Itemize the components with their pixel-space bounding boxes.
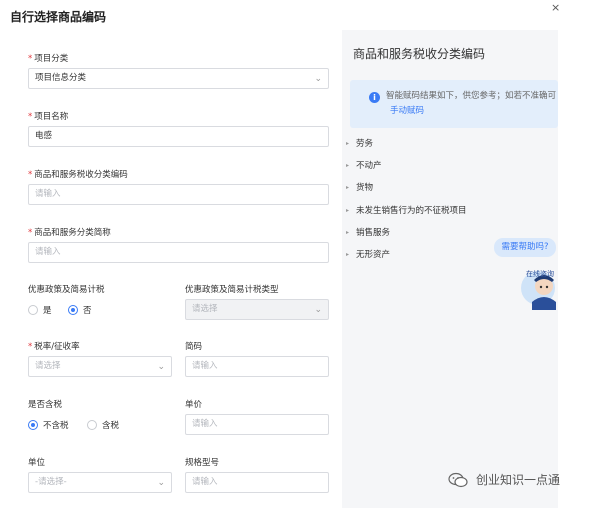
radio-label: 不含税 bbox=[43, 421, 69, 431]
dialog-title: 自行选择商品编码 bbox=[10, 10, 107, 24]
chevron-down-icon: ⌄ bbox=[157, 478, 165, 488]
category-item-labor[interactable]: ▸ 劳务 bbox=[346, 137, 373, 149]
tax-code-label: * 商品和服务税收分类编码 bbox=[28, 170, 128, 180]
category-item-intangible[interactable]: ▸ 无形资产 bbox=[346, 248, 390, 260]
radio-circle-icon bbox=[28, 305, 38, 315]
tax-rate-select[interactable]: 请选择 ⌄ bbox=[28, 356, 172, 377]
panel-title: 商品和服务税收分类编码 bbox=[353, 47, 486, 61]
tax-rate-label: * 税率/征收率 bbox=[28, 342, 80, 352]
radio-checked-icon bbox=[68, 305, 78, 315]
preferential-yes-radio[interactable]: 是 bbox=[28, 304, 52, 316]
category-item-label: 未发生销售行为的不征税项目 bbox=[356, 206, 467, 216]
category-item-goods[interactable]: ▸ 货物 bbox=[346, 181, 373, 193]
close-icon[interactable]: × bbox=[551, 2, 560, 14]
caret-right-icon: ▸ bbox=[346, 250, 350, 258]
caret-right-icon: ▸ bbox=[346, 206, 350, 214]
unit-select[interactable]: -请选择- ⌄ bbox=[28, 472, 172, 493]
select-placeholder: 请选择 bbox=[35, 361, 61, 371]
watermark: 创业知识一点通 bbox=[448, 471, 560, 488]
tax-excluded-radio[interactable]: 不含税 bbox=[28, 419, 69, 431]
spec-input[interactable]: 请输入 bbox=[185, 472, 329, 493]
category-select[interactable]: 项目信息分类 ⌄ bbox=[28, 68, 329, 89]
category-item-services[interactable]: ▸ 销售服务 bbox=[346, 226, 390, 238]
category-item-label: 劳务 bbox=[356, 139, 374, 149]
name-label: * 项目名称 bbox=[28, 112, 69, 122]
radio-label: 否 bbox=[83, 306, 92, 316]
unit-price-input[interactable]: 请输入 bbox=[185, 414, 329, 435]
mascot-label: 在线咨询 bbox=[526, 269, 554, 278]
tax-included-radio[interactable]: 含税 bbox=[87, 419, 119, 431]
manual-code-link[interactable]: 手动赋码 bbox=[390, 106, 424, 116]
category-label: * 项目分类 bbox=[28, 54, 69, 64]
short-name-label: * 商品和服务分类简称 bbox=[28, 228, 111, 238]
chevron-down-icon: ⌄ bbox=[314, 305, 322, 315]
caret-right-icon: ▸ bbox=[346, 183, 350, 191]
unit-price-label: 单价 bbox=[185, 400, 203, 410]
category-item-non-taxable[interactable]: ▸ 未发生销售行为的不征税项目 bbox=[346, 204, 467, 216]
name-input[interactable]: 电感 bbox=[28, 126, 329, 147]
help-button[interactable]: 需要帮助吗? bbox=[494, 238, 556, 257]
category-item-real-estate[interactable]: ▸ 不动产 bbox=[346, 159, 382, 171]
preferential-label: 优惠政策及简易计税 bbox=[28, 285, 105, 295]
watermark-text: 创业知识一点通 bbox=[476, 473, 561, 487]
category-item-label: 无形资产 bbox=[356, 250, 391, 260]
preferential-type-select[interactable]: 请选择 ⌄ bbox=[185, 299, 329, 320]
caret-right-icon: ▸ bbox=[346, 228, 350, 236]
tip-message: 智能赋码结果如下，供您参考；如若不准确可 bbox=[386, 91, 557, 101]
tip-text: 智能赋码结果如下，供您参考；如若不准确可手动赋码 bbox=[386, 89, 556, 119]
tax-code-input[interactable]: 请输入 bbox=[28, 184, 329, 205]
wechat-icon bbox=[448, 472, 468, 487]
code-label: 简码 bbox=[185, 342, 203, 352]
category-item-label: 不动产 bbox=[356, 161, 382, 171]
unit-label: 单位 bbox=[28, 458, 46, 468]
info-icon: i bbox=[369, 92, 380, 103]
assistant-mascot-icon[interactable]: 在线咨询 bbox=[518, 262, 558, 314]
caret-right-icon: ▸ bbox=[346, 139, 350, 147]
select-placeholder: 请选择 bbox=[192, 304, 218, 314]
radio-circle-icon bbox=[87, 420, 97, 430]
code-input[interactable]: 请输入 bbox=[185, 356, 329, 377]
preferential-type-label: 优惠政策及简易计税类型 bbox=[185, 285, 279, 295]
category-value: 项目信息分类 bbox=[35, 73, 87, 83]
caret-right-icon: ▸ bbox=[346, 161, 350, 169]
category-item-label: 货物 bbox=[356, 183, 374, 193]
tax-included-label: 是否含税 bbox=[28, 400, 63, 410]
radio-checked-icon bbox=[28, 420, 38, 430]
commodity-code-dialog: 自行选择商品编码 × * 项目分类 项目信息分类 ⌄ * 项目名称 电感 * 商品和服… bbox=[0, 0, 594, 508]
radio-label: 含税 bbox=[102, 421, 120, 431]
short-name-input[interactable]: 请输入 bbox=[28, 242, 329, 263]
chevron-down-icon: ⌄ bbox=[314, 74, 322, 84]
select-placeholder: -请选择- bbox=[35, 477, 67, 487]
radio-label: 是 bbox=[43, 306, 52, 316]
category-item-label: 销售服务 bbox=[356, 228, 391, 238]
chevron-down-icon: ⌄ bbox=[157, 362, 165, 372]
spec-label: 规格型号 bbox=[185, 458, 220, 468]
preferential-no-radio[interactable]: 否 bbox=[68, 304, 92, 316]
